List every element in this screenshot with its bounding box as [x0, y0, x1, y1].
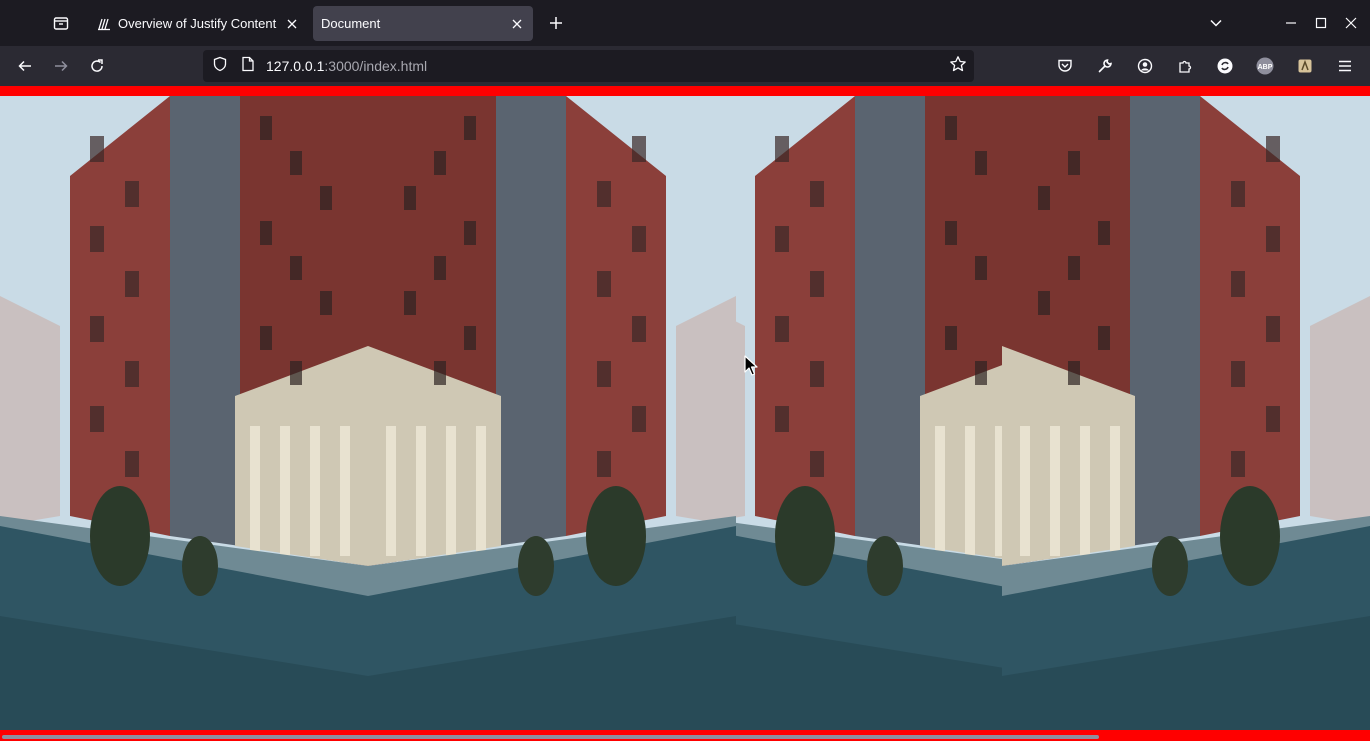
- reload-icon: [91, 59, 103, 72]
- horizontal-scrollbar[interactable]: [0, 733, 1370, 741]
- maximize-icon: [1315, 17, 1327, 29]
- chevron-down-icon: [1210, 19, 1222, 27]
- wrench-icon[interactable]: [1090, 51, 1120, 81]
- street-photo: [0, 96, 368, 730]
- tab-title: Document: [321, 16, 381, 31]
- close-window-button[interactable]: [1336, 8, 1366, 38]
- toolbar-icons: ABP: [1050, 51, 1360, 81]
- reload-button[interactable]: [82, 51, 112, 81]
- minimize-icon: [1286, 22, 1296, 24]
- adblock-icon[interactable]: ABP: [1250, 51, 1280, 81]
- shield-icon[interactable]: [212, 56, 228, 77]
- bookmark-star-icon[interactable]: [949, 55, 967, 78]
- forward-arrow-icon: [55, 60, 68, 72]
- firefox-view-button[interactable]: [46, 8, 76, 38]
- svg-text:ABP: ABP: [1258, 64, 1273, 71]
- close-tab-icon[interactable]: [507, 14, 527, 34]
- pocket-icon[interactable]: [1050, 51, 1080, 81]
- firefox-view-icon: [53, 17, 69, 30]
- css-tricks-icon: [96, 16, 112, 32]
- extensions-icon[interactable]: [1170, 51, 1200, 81]
- url-host: 127.0.0.1: [266, 58, 325, 74]
- tab-document[interactable]: Document: [313, 6, 533, 41]
- mouse-cursor-icon: [744, 355, 758, 376]
- scrollbar-thumb[interactable]: [2, 735, 1099, 739]
- back-arrow-icon: [18, 60, 31, 72]
- url-text[interactable]: 127.0.0.1:3000/index.html: [266, 58, 427, 74]
- browser-window: Overview of Justify Content Document 127…: [0, 0, 1370, 741]
- flex-container: [0, 86, 1370, 741]
- minimize-button[interactable]: [1276, 8, 1306, 38]
- street-photo: [368, 96, 736, 730]
- url-path: :3000/index.html: [324, 58, 428, 74]
- account-icon[interactable]: [1130, 51, 1160, 81]
- close-tab-icon[interactable]: [282, 14, 302, 34]
- tab-overview-justify-content[interactable]: Overview of Justify Content: [86, 6, 308, 41]
- forward-button[interactable]: [46, 51, 76, 81]
- new-tab-button[interactable]: [542, 9, 570, 37]
- back-button[interactable]: [10, 51, 40, 81]
- plus-icon: [550, 17, 562, 29]
- navigation-toolbar: 127.0.0.1:3000/index.html ABP: [0, 46, 1370, 86]
- list-all-tabs-button[interactable]: [1201, 8, 1231, 38]
- extension-icon[interactable]: [1290, 51, 1320, 81]
- menu-icon[interactable]: [1330, 51, 1360, 81]
- window-controls: [1201, 0, 1370, 46]
- sync-icon[interactable]: [1210, 51, 1240, 81]
- tab-strip: Overview of Justify Content Document: [0, 0, 1370, 46]
- page-icon[interactable]: [241, 56, 255, 77]
- street-photo: [736, 96, 1002, 730]
- page-viewport: [0, 86, 1370, 741]
- tab-title: Overview of Justify Content: [118, 16, 277, 31]
- close-icon: [1345, 17, 1357, 29]
- url-bar[interactable]: 127.0.0.1:3000/index.html: [203, 50, 974, 82]
- street-photo: [1002, 96, 1370, 730]
- maximize-button[interactable]: [1306, 8, 1336, 38]
